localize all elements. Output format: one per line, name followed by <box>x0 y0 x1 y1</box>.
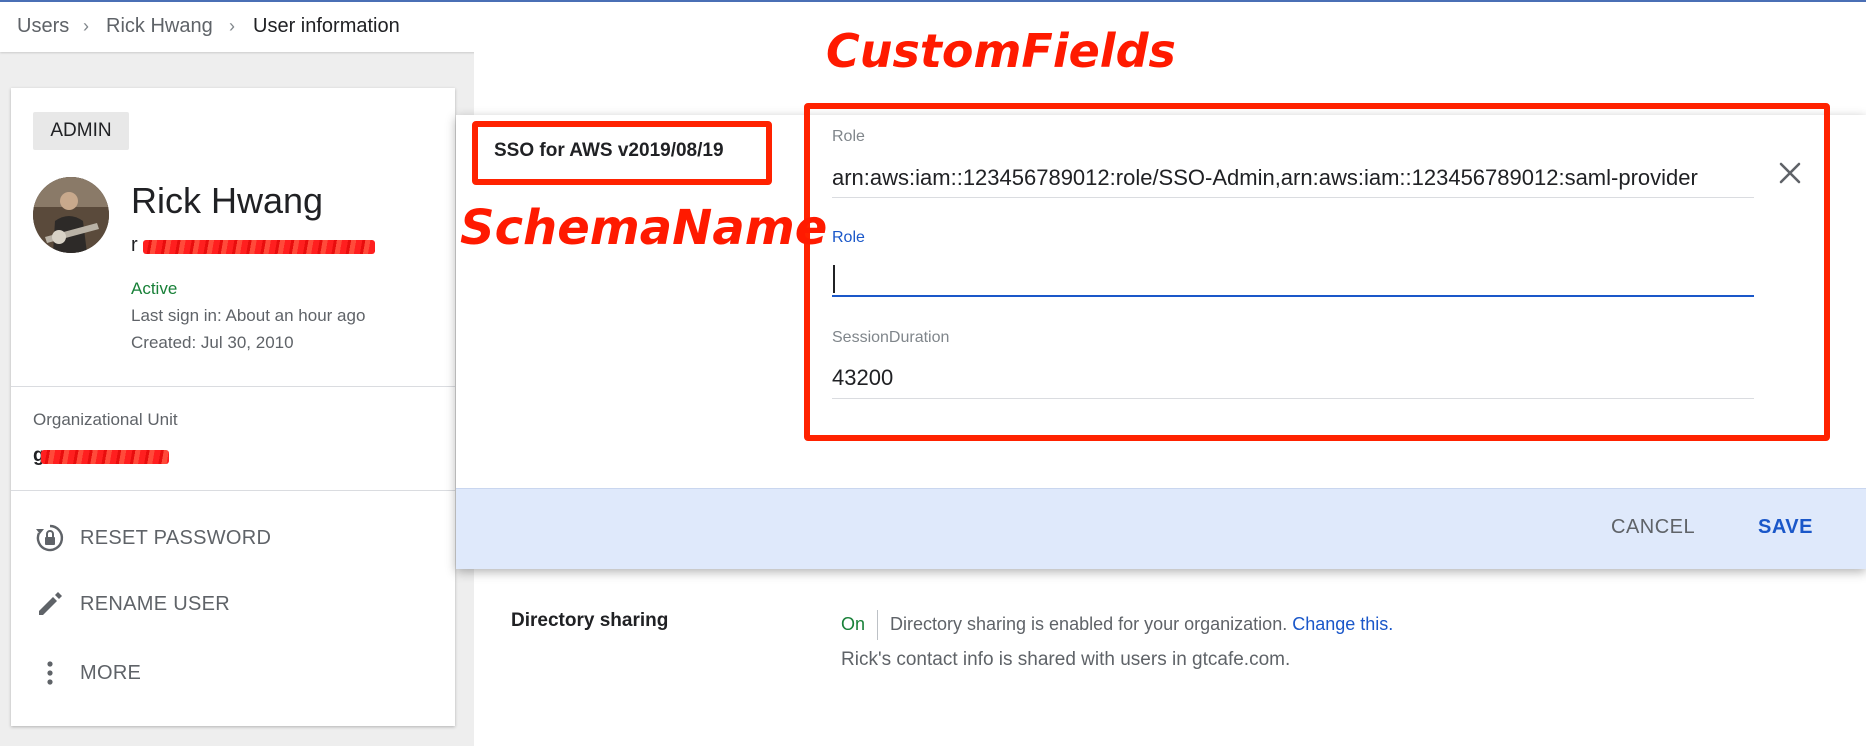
user-card: ADMIN Rick Hwang r Active Last sign in: … <box>11 88 455 726</box>
custom-fields-annotation: CustomFields <box>826 24 1176 78</box>
divider <box>11 386 455 387</box>
reset-password-button[interactable]: RESET PASSWORD <box>33 516 271 560</box>
breadcrumb-current: User information <box>253 15 400 37</box>
status-active: Active <box>131 279 178 298</box>
created-date: Created: Jul 30, 2010 <box>131 333 294 352</box>
breadcrumb-user[interactable]: Rick Hwang <box>106 15 213 38</box>
email-redaction <box>143 240 375 254</box>
directory-sharing-title: Directory sharing <box>511 610 669 631</box>
avatar <box>33 177 109 253</box>
role-badge: ADMIN <box>33 112 129 150</box>
lock-reset-icon <box>33 521 67 555</box>
directory-sharing-note: Rick's contact info is shared with users… <box>841 649 1291 670</box>
rename-user-button[interactable]: RENAME USER <box>33 582 230 626</box>
last-sign-in: Last sign in: About an hour ago <box>131 306 366 325</box>
directory-sharing-description: Directory sharing is enabled for your or… <box>890 614 1393 635</box>
org-unit-redaction <box>41 450 169 464</box>
more-label: MORE <box>80 661 142 684</box>
org-unit-label: Organizational Unit <box>33 410 178 429</box>
directory-sharing-text: Directory sharing is enabled for your or… <box>890 614 1288 634</box>
divider <box>11 490 455 491</box>
chevron-right-icon: › <box>229 16 235 36</box>
custom-fields-box <box>804 103 1830 441</box>
cancel-button[interactable]: CANCEL <box>1611 516 1695 539</box>
save-button[interactable]: SAVE <box>1758 516 1813 539</box>
pencil-icon <box>33 587 67 621</box>
user-name: Rick Hwang <box>131 180 324 221</box>
change-this-link[interactable]: Change this. <box>1292 614 1393 634</box>
email-visible-text: r <box>131 234 138 256</box>
more-button[interactable]: MORE <box>33 651 141 695</box>
directory-sharing-status: On <box>841 614 866 634</box>
schema-name-box <box>472 121 772 185</box>
breadcrumb-users[interactable]: Users <box>17 15 69 38</box>
schema-name-annotation: SchemaName <box>460 200 828 256</box>
divider <box>877 610 878 640</box>
user-email: r <box>131 234 138 257</box>
dialog-footer: CANCEL SAVE <box>456 488 1866 569</box>
chevron-right-icon: › <box>83 16 89 36</box>
rename-user-label: RENAME USER <box>80 592 230 615</box>
reset-password-label: RESET PASSWORD <box>80 526 272 549</box>
more-vert-icon <box>33 656 67 690</box>
